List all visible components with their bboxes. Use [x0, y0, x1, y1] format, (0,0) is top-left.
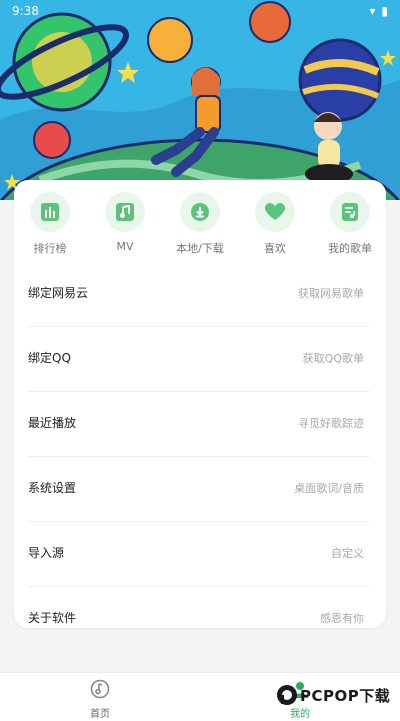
battery-icon: ▮ — [381, 4, 388, 18]
watermark: PCPOP下载 — [276, 684, 390, 706]
status-bar: 9:38 ▾ ▮ — [0, 0, 400, 22]
quick-like[interactable]: 喜欢 — [243, 192, 307, 256]
quick-mv-label: MV — [116, 240, 134, 253]
quick-playlist-label: 我的歌单 — [328, 242, 372, 255]
quick-mv[interactable]: MV — [93, 192, 157, 253]
menu-hint: 获取QQ歌单 — [302, 352, 364, 365]
pcpop-logo-icon — [277, 685, 297, 705]
menu-title: 关于软件 — [28, 611, 77, 625]
menu-hint: 自定义 — [331, 547, 364, 560]
quick-download-label: 本地/下载 — [176, 242, 224, 255]
menu-bind-qq[interactable]: 绑定QQ 获取QQ歌单 — [28, 327, 370, 392]
menu-hint: 获取网易歌单 — [298, 287, 364, 300]
menu-title: 系统设置 — [28, 481, 77, 495]
nav-mine-label: 我的 — [290, 709, 310, 720]
nav-home[interactable]: 首页 — [60, 679, 140, 720]
wifi-icon: ▾ — [369, 4, 376, 18]
menu-title: 绑定网易云 — [28, 286, 89, 300]
settings-menu: 绑定网易云 获取网易歌单 绑定QQ 获取QQ歌单 最近播放 寻觅好歌踪迹 系统设… — [28, 262, 370, 651]
music-note-icon — [105, 192, 145, 232]
status-icons: ▾ ▮ — [369, 4, 388, 18]
status-time: 9:38 — [12, 4, 39, 18]
nav-home-label: 首页 — [90, 709, 110, 720]
menu-recent-play[interactable]: 最近播放 寻觅好歌踪迹 — [28, 392, 370, 457]
menu-system-settings[interactable]: 系统设置 桌面歌词/音质 — [28, 457, 370, 522]
quick-download[interactable]: 本地/下载 — [168, 192, 232, 256]
chart-icon — [30, 192, 70, 232]
profile-card: 排行榜 MV 本地/下载 喜欢 我的歌单 绑定网易云 获取网易歌单 绑定QQ 获… — [14, 180, 386, 628]
quick-rank-label: 排行榜 — [33, 242, 67, 255]
menu-bind-netease[interactable]: 绑定网易云 获取网易歌单 — [28, 262, 370, 327]
menu-title: 最近播放 — [28, 416, 77, 430]
space-illustration — [0, 0, 400, 200]
menu-title: 导入源 — [28, 546, 65, 560]
menu-about[interactable]: 关于软件 感恩有你 — [28, 587, 370, 651]
download-icon — [180, 192, 220, 232]
heart-icon — [255, 192, 295, 232]
menu-title: 绑定QQ — [28, 351, 71, 365]
quick-actions: 排行榜 MV 本地/下载 喜欢 我的歌单 — [14, 192, 386, 268]
watermark-text: PCPOP下载 — [300, 686, 391, 705]
banner-illustration — [0, 0, 400, 200]
menu-hint: 感恩有你 — [320, 612, 364, 625]
menu-hint: 寻觅好歌踪迹 — [298, 417, 364, 430]
quick-like-label: 喜欢 — [264, 242, 286, 255]
playlist-icon — [330, 192, 370, 232]
disc-icon — [90, 679, 110, 699]
menu-import-source[interactable]: 导入源 自定义 — [28, 522, 370, 587]
menu-hint: 桌面歌词/音质 — [294, 482, 364, 495]
quick-rank[interactable]: 排行榜 — [18, 192, 82, 256]
quick-playlist[interactable]: 我的歌单 — [318, 192, 382, 256]
